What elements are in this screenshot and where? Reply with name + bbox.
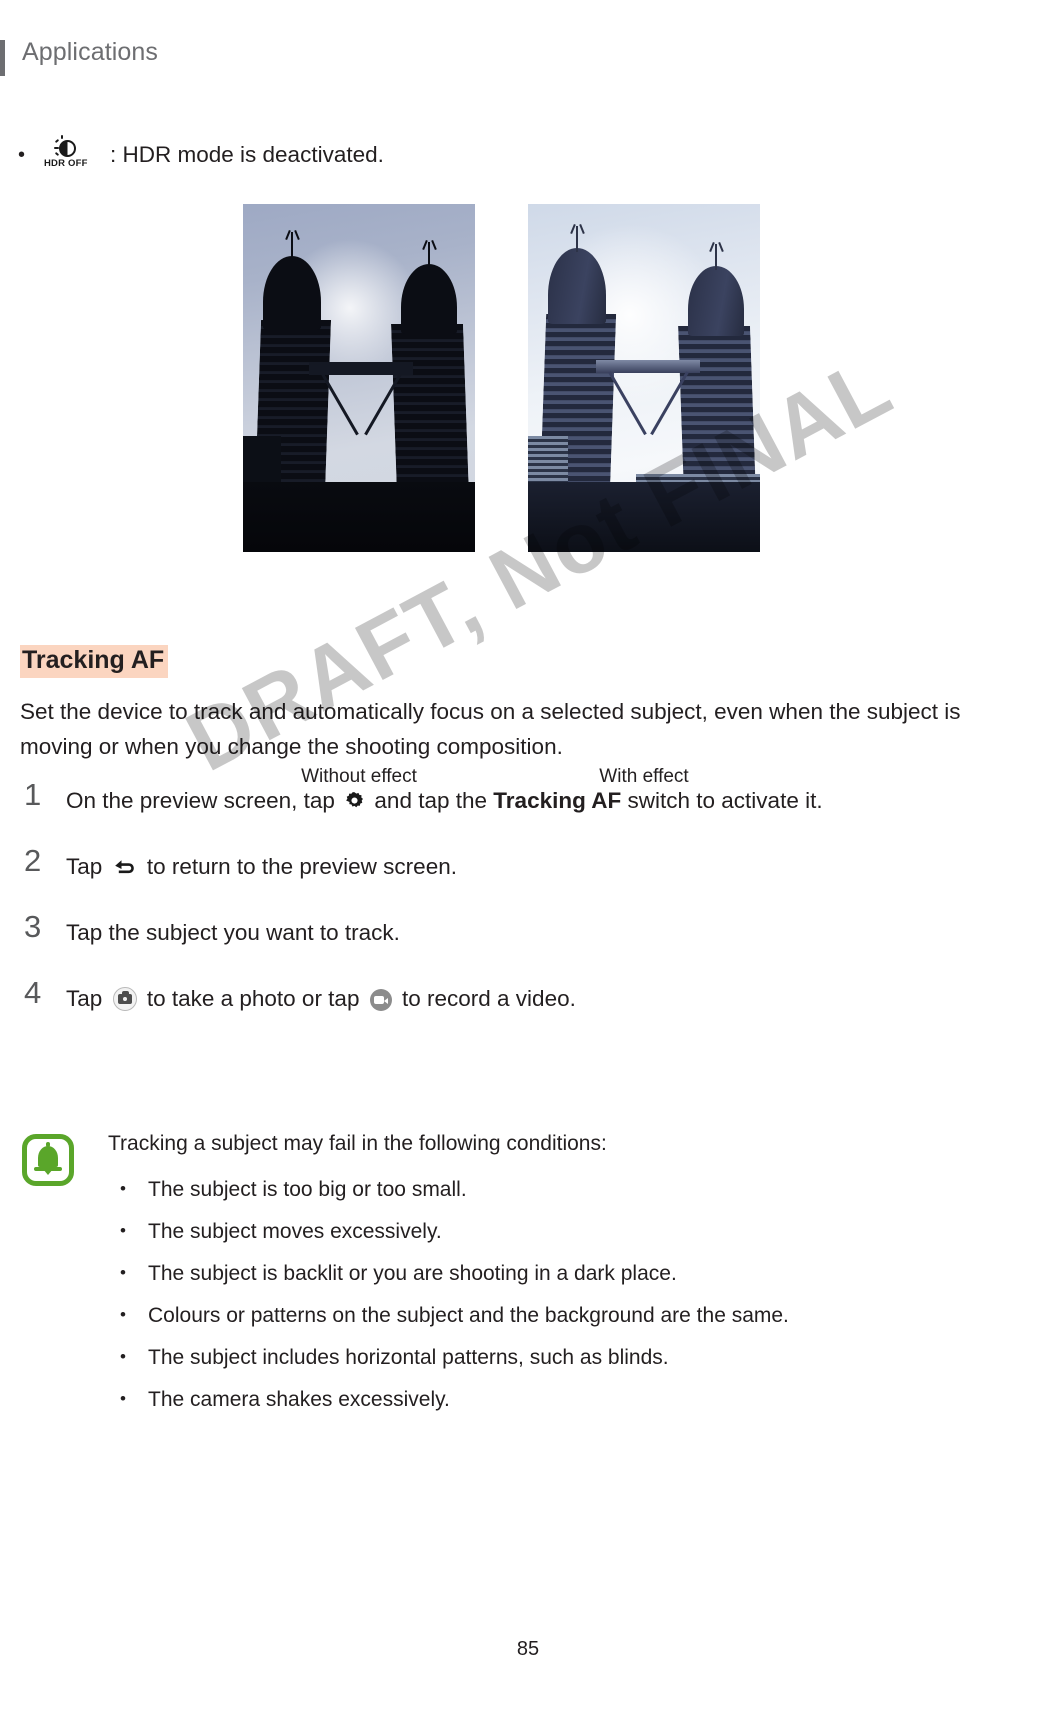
tower-left-spire [576,226,578,252]
tower-right-antenna-b [718,241,724,253]
tower-right-spire [428,242,430,268]
tower-left-antenna-a [285,229,291,241]
list-item: The camera shakes excessively. [108,1383,980,1415]
bell-icon [22,1134,74,1186]
bell-clapper [43,1169,53,1175]
figure-with-effect [528,204,760,552]
skybridge-deck [596,360,700,373]
step-item-2: 2 Tap to return to the preview screen. [18,844,978,884]
section-heading-tracking-af: Tracking AF [20,645,169,678]
step-item-4: 4 Tap to take a photo or tap to record a… [18,976,978,1016]
step-bold-term: Tracking AF [493,788,622,813]
hdr-ray-topleft [54,138,60,144]
video-record-icon [369,989,392,1011]
tower-right-spire [715,244,717,270]
list-item: The subject moves excessively. [108,1215,980,1247]
list-item: The subject is too big or too small. [108,1173,980,1205]
step-text-before: On the preview screen, tap [66,788,335,813]
step-item-1: 1 On the preview screen, tap and tap the… [18,778,978,818]
hdr-off-bullet: • HDR OFF : HDR mode is deactivated. [18,135,978,172]
tower-left-spire [291,232,293,260]
list-item: Colours or patterns on the subject and t… [108,1299,980,1331]
step-list: 1 On the preview screen, tap and tap the… [18,778,978,1048]
step-number: 3 [24,909,42,944]
header-rule [0,40,5,76]
step-text-after: switch to activate it. [627,788,823,813]
step-text-middle: and tap the [374,788,488,813]
tower-left-crown [548,248,606,324]
step-item-3: 3 Tap the subject you want to track. [18,910,978,950]
step-text-after: to record a video. [402,986,576,1011]
list-item: The subject includes horizontal patterns… [108,1341,980,1373]
tower-right-antenna-b [431,239,437,251]
tower-right-crown [401,264,457,334]
ground-foreground [243,482,475,552]
ground-foreground [528,482,760,552]
camcorder-body [373,996,384,1004]
list-item: The subject is backlit or you are shooti… [108,1257,980,1289]
tower-right-crown [688,266,744,336]
hdr-ray-bottomleft [54,151,60,157]
back-arrow-icon [113,853,137,874]
hdr-ray-left [54,147,59,149]
hdr-off-icon: HDR OFF [44,135,102,172]
gear-icon [344,790,365,811]
camera-lens [117,994,132,1004]
skybridge-deck [309,362,413,375]
page-title: Applications [22,38,159,66]
step-text-before: Tap [66,986,103,1011]
note-content: Tracking a subject may fail in the follo… [108,1128,980,1415]
step-text-before: Tap the subject you want to track. [66,920,400,945]
bell-body [34,1142,62,1171]
note-lead-text: Tracking a subject may fail in the follo… [108,1132,607,1155]
bullet-marker: • [18,144,26,166]
step-number: 4 [24,975,42,1010]
tower-left-antenna-b [294,229,300,241]
section-paragraph: Set the device to track and automaticall… [20,699,961,759]
tower-right-antenna-a [422,239,428,251]
figure-without-effect [243,204,475,552]
step-number: 2 [24,843,42,878]
note-condition-list: The subject is too big or too small. The… [108,1173,980,1415]
tower-right-antenna-a [709,241,715,253]
hdr-off-description: : HDR mode is deactivated. [110,142,384,167]
hdr-off-glyph [52,135,78,158]
hdr-off-label: HDR OFF [44,158,88,169]
tower-left-antenna-a [570,223,576,235]
step-text-after: to return to the preview screen. [146,854,457,879]
hdr-ray-top [61,135,63,139]
hdr-contrast-circle [59,140,76,157]
note-callout: Tracking a subject may fail in the follo… [20,1128,980,1426]
step-text-middle: to take a photo or tap [146,986,360,1011]
tower-left-crown [263,256,321,330]
camcorder-lens [383,998,388,1004]
page-header: Applications [0,38,1056,78]
page-number: 85 [516,1638,540,1660]
step-number: 1 [24,777,42,812]
tower-left-antenna-b [579,223,585,235]
step-text-before: Tap [66,854,103,879]
camera-shutter-icon [112,987,137,1011]
